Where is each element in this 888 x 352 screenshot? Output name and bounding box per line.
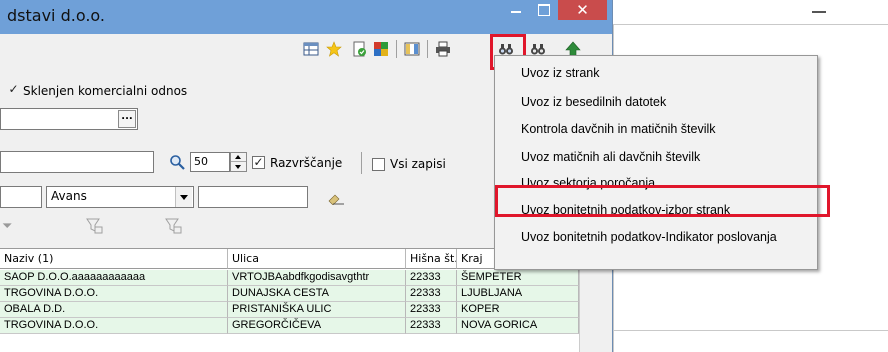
eraser-icon[interactable] xyxy=(327,193,345,205)
filter-icon[interactable]: ⏷ xyxy=(2,219,16,235)
form-separator xyxy=(361,152,362,174)
cell-ulica: GREGORČIČEVA xyxy=(228,318,406,334)
sort-label: Razvrščanje xyxy=(270,156,343,170)
date-input[interactable] xyxy=(198,186,308,208)
toolbar-separator xyxy=(427,40,428,58)
maximize-button[interactable] xyxy=(530,0,557,20)
menu-item-highlight xyxy=(495,185,830,217)
cell-kraj: KOPER xyxy=(457,302,579,318)
table-row[interactable]: SAOP D.O.O.aaaaaaaaaaaa VRTOJBAabdfkgodi… xyxy=(0,270,579,286)
cell-ulica: VRTOJBAabdfkgodisavgthtr xyxy=(228,270,406,286)
code-input[interactable] xyxy=(0,186,42,208)
table-row[interactable]: TRGOVINA D.O.O. GREGORČIČEVA 22333 NOVA … xyxy=(0,318,579,334)
cell-ulica: PRISTANIŠKA ULIC xyxy=(228,302,406,318)
spin-up-icon[interactable] xyxy=(231,153,246,162)
star-icon[interactable] xyxy=(326,41,342,57)
sort-checkbox[interactable]: ✓ xyxy=(252,156,265,169)
minimize-button[interactable] xyxy=(503,0,530,20)
column-header-hisna-st[interactable]: Hišna št. xyxy=(406,249,457,269)
grid-color-icon[interactable] xyxy=(373,41,389,57)
cell-ulica: DUNAJSKA CESTA xyxy=(228,286,406,302)
all-records-label: Vsi zapisi xyxy=(390,157,446,171)
minimize-dash-icon xyxy=(812,11,826,13)
menu-item-import-credit-data-indicator[interactable]: Uvoz bonitetnih podatkov-Indikator poslo… xyxy=(496,224,816,250)
chevron-down-icon[interactable] xyxy=(175,187,192,207)
cell-naziv: SAOP D.O.O.aaaaaaaaaaaa xyxy=(0,270,228,286)
cell-hisna-st: 22333 xyxy=(406,270,457,286)
background-divider xyxy=(613,24,888,25)
document-check-icon[interactable] xyxy=(351,41,367,57)
menu-item-import-tax-ids[interactable]: Uvoz matičnih ali davčnih številk xyxy=(496,144,816,170)
limit-input[interactable]: 50 xyxy=(190,152,230,172)
cell-naziv: OBALA D.D. xyxy=(0,302,228,318)
type-combo[interactable]: Avans xyxy=(46,186,194,208)
cell-hisna-st: 22333 xyxy=(406,286,457,302)
window-title: dstavi d.o.o. xyxy=(7,6,105,25)
column-header-ulica[interactable]: Ulica xyxy=(228,249,406,269)
title-bar: dstavi d.o.o. ✕ xyxy=(0,0,612,34)
browse-button[interactable]: ... xyxy=(118,110,136,128)
menu-item-import-from-partners[interactable]: Uvoz iz strank xyxy=(496,60,816,86)
table-row[interactable]: OBALA D.D. PRISTANIŠKA ULIC 22333 KOPER xyxy=(0,302,579,318)
menu-item-tax-id-check[interactable]: Kontrola davčnih in matičnih številk xyxy=(496,116,816,142)
printer-icon[interactable] xyxy=(435,41,451,57)
cell-naziv: TRGOVINA D.O.O. xyxy=(0,286,228,302)
import-menu: Uvoz iz strank Uvoz iz besedilnih datote… xyxy=(494,55,818,270)
search-input[interactable] xyxy=(0,151,154,173)
table-icon[interactable] xyxy=(303,41,319,57)
background-divider xyxy=(613,330,888,331)
close-button[interactable]: ✕ xyxy=(558,0,607,20)
limit-spinner[interactable] xyxy=(230,152,247,172)
cell-hisna-st: 22333 xyxy=(406,302,457,318)
columns-icon[interactable] xyxy=(404,41,420,57)
commercial-relation-label: Sklenjen komercialni odnos xyxy=(23,84,188,98)
filter-icon[interactable] xyxy=(165,217,183,235)
column-header-naziv[interactable]: Naziv (1) xyxy=(0,249,228,269)
search-icon[interactable] xyxy=(169,154,185,170)
all-records-checkbox[interactable] xyxy=(372,158,385,171)
toolbar-separator xyxy=(396,40,397,58)
cell-kraj: ŠEMPETER xyxy=(457,270,579,286)
cell-kraj: LJUBLJANA xyxy=(457,286,579,302)
commercial-relation-checkbox[interactable]: ✓ xyxy=(7,83,20,97)
cell-naziv: TRGOVINA D.O.O. xyxy=(0,318,228,334)
table-row[interactable]: TRGOVINA D.O.O. DUNAJSKA CESTA 22333 LJU… xyxy=(0,286,579,302)
cell-kraj: NOVA GORICA xyxy=(457,318,579,334)
filter-icon[interactable] xyxy=(86,217,104,235)
type-combo-value: Avans xyxy=(51,189,87,203)
menu-item-import-from-text-files[interactable]: Uvoz iz besedilnih datotek xyxy=(496,89,816,115)
cell-hisna-st: 22333 xyxy=(406,318,457,334)
